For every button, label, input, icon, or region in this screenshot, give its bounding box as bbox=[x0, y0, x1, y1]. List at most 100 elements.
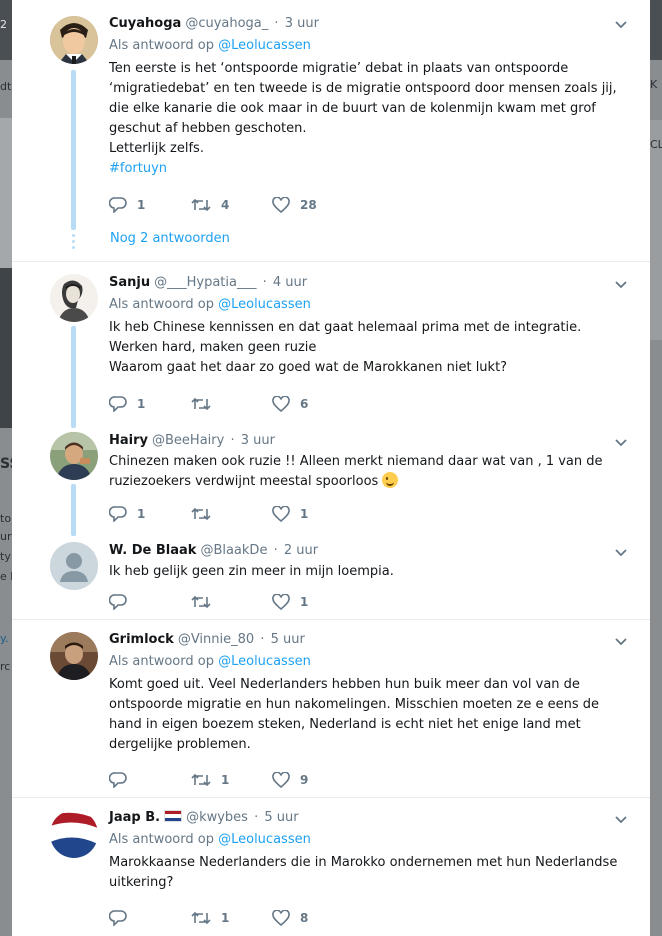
timestamp[interactable]: 5 uur bbox=[264, 810, 298, 825]
like-button[interactable]: 6 bbox=[272, 394, 308, 414]
hashtag-link[interactable]: #fortuyn bbox=[109, 161, 167, 176]
reply-button[interactable]: 1 bbox=[109, 504, 145, 524]
username[interactable]: @BlaakDe bbox=[200, 543, 267, 558]
heart-icon bbox=[272, 506, 290, 522]
chevron-down-icon[interactable] bbox=[614, 280, 628, 290]
timestamp[interactable]: 2 uur bbox=[284, 543, 318, 558]
heart-icon bbox=[272, 594, 290, 610]
username[interactable]: @cuyahoga_ bbox=[185, 16, 268, 31]
background-text: y. bbox=[0, 632, 9, 645]
background-text: ty bbox=[0, 550, 11, 563]
timestamp[interactable]: 5 uur bbox=[271, 632, 305, 647]
reply-icon bbox=[109, 594, 127, 610]
timestamp[interactable]: 3 uur bbox=[241, 433, 275, 448]
reply-icon bbox=[109, 506, 127, 522]
reply-button[interactable]: 1 bbox=[109, 394, 145, 414]
tweet-actions: 1 9 bbox=[109, 770, 369, 790]
tweet[interactable]: Sanju @___Hypatia___ · 4 uur Als antwoord… bbox=[12, 262, 650, 428]
background-text: dt bbox=[0, 80, 12, 93]
timestamp[interactable]: 3 uur bbox=[285, 16, 319, 31]
retweet-icon bbox=[191, 397, 211, 411]
chevron-down-icon[interactable] bbox=[614, 438, 628, 448]
background-text: rc bbox=[0, 660, 11, 673]
retweet-icon bbox=[191, 773, 211, 787]
avatar[interactable] bbox=[50, 432, 98, 480]
tweet[interactable]: Cuyahoga @cuyahoga_ · 3 uur Als antwoord … bbox=[12, 0, 650, 262]
like-button[interactable]: 1 bbox=[272, 592, 308, 612]
retweet-icon bbox=[191, 911, 211, 925]
tweet-actions: 1 1 bbox=[109, 504, 369, 524]
heart-icon bbox=[272, 396, 290, 412]
timestamp[interactable]: 4 uur bbox=[273, 275, 307, 290]
mention-link[interactable]: @Leolucassen bbox=[218, 832, 311, 847]
like-count: 1 bbox=[300, 507, 309, 521]
dutch-flag-avatar bbox=[50, 810, 98, 858]
tweet-actions: 1 6 bbox=[109, 394, 369, 414]
display-name[interactable]: Hairy bbox=[109, 433, 148, 448]
reply-button[interactable] bbox=[109, 908, 137, 928]
username[interactable]: @BeeHairy bbox=[152, 433, 224, 448]
reply-button[interactable] bbox=[109, 770, 137, 790]
tweet-body: Chinezen maken ook ruzie !! Alleen merkt… bbox=[109, 454, 603, 489]
reply-prefix: Als antwoord op bbox=[109, 38, 214, 53]
background-text: to bbox=[0, 512, 12, 525]
retweet-button[interactable]: 4 bbox=[191, 195, 229, 215]
chevron-down-icon[interactable] bbox=[614, 20, 628, 30]
mention-link[interactable]: @Leolucassen bbox=[218, 38, 311, 53]
avatar[interactable] bbox=[50, 542, 98, 590]
display-name[interactable]: Jaap B. bbox=[109, 810, 160, 825]
retweet-button[interactable] bbox=[191, 394, 221, 414]
retweet-icon bbox=[191, 507, 211, 521]
display-name[interactable]: Sanju bbox=[109, 275, 150, 290]
background-text: e l bbox=[0, 570, 12, 583]
chevron-down-icon[interactable] bbox=[614, 548, 628, 558]
username[interactable]: @Vinnie_80 bbox=[178, 632, 254, 647]
like-button[interactable]: 9 bbox=[272, 770, 308, 790]
like-button[interactable]: 8 bbox=[272, 908, 308, 928]
avatar[interactable] bbox=[50, 274, 98, 322]
reply-button[interactable]: 1 bbox=[109, 195, 145, 215]
tweet-text: Ik heb Chinese kennissen en dat gaat hel… bbox=[109, 320, 582, 375]
username[interactable]: @kwybes bbox=[186, 810, 248, 825]
tweet[interactable]: Jaap B. @kwybes · 5 uur Als antwoord op @… bbox=[12, 798, 650, 936]
reply-count: 1 bbox=[137, 507, 146, 521]
tweet-text: Chinezen maken ook ruzie !! Alleen merkt… bbox=[109, 452, 632, 492]
tweet[interactable]: W. De Blaak @BlaakDe · 2 uur Ik heb gelij… bbox=[12, 534, 650, 620]
reply-prefix: Als antwoord op bbox=[109, 832, 214, 847]
retweet-button[interactable]: 1 bbox=[191, 770, 229, 790]
default-profile-icon bbox=[50, 542, 98, 590]
separator: · bbox=[258, 275, 271, 290]
mention-link[interactable]: @Leolucassen bbox=[218, 654, 311, 669]
mention-link[interactable]: @Leolucassen bbox=[218, 297, 311, 312]
avatar[interactable] bbox=[50, 16, 98, 64]
retweet-count: 1 bbox=[221, 773, 230, 787]
reply-button[interactable] bbox=[109, 592, 137, 612]
like-count: 8 bbox=[300, 911, 309, 925]
like-count: 28 bbox=[300, 198, 317, 212]
display-name[interactable]: Cuyahoga bbox=[109, 16, 181, 31]
reply-icon bbox=[109, 910, 127, 926]
tweet[interactable]: Grimlock @Vinnie_80 · 5 uur Als antwoord … bbox=[12, 620, 650, 798]
reply-count: 1 bbox=[137, 397, 146, 411]
thread-line bbox=[71, 484, 76, 536]
display-name[interactable]: Grimlock bbox=[109, 632, 174, 647]
heart-icon bbox=[272, 772, 290, 788]
tweet-header: Jaap B. @kwybes · 5 uur bbox=[109, 809, 632, 827]
retweet-button[interactable] bbox=[191, 592, 221, 612]
like-button[interactable]: 1 bbox=[272, 504, 308, 524]
tweet[interactable]: Hairy @BeeHairy · 3 uur Chinezen maken oo… bbox=[12, 424, 650, 536]
separator: · bbox=[270, 16, 283, 31]
avatar[interactable] bbox=[50, 632, 98, 680]
like-button[interactable]: 28 bbox=[272, 195, 317, 215]
winking-face-icon bbox=[382, 472, 399, 488]
show-more-replies-link[interactable]: Nog 2 antwoorden bbox=[110, 231, 230, 246]
background-text: 2 bbox=[0, 18, 7, 31]
chevron-down-icon[interactable] bbox=[614, 815, 628, 825]
username[interactable]: @___Hypatia___ bbox=[154, 275, 256, 290]
display-name[interactable]: W. De Blaak bbox=[109, 543, 196, 558]
retweet-button[interactable] bbox=[191, 504, 221, 524]
chevron-down-icon[interactable] bbox=[614, 637, 628, 647]
thread-line bbox=[71, 326, 76, 428]
avatar[interactable] bbox=[50, 810, 98, 858]
retweet-button[interactable]: 1 bbox=[191, 908, 229, 928]
